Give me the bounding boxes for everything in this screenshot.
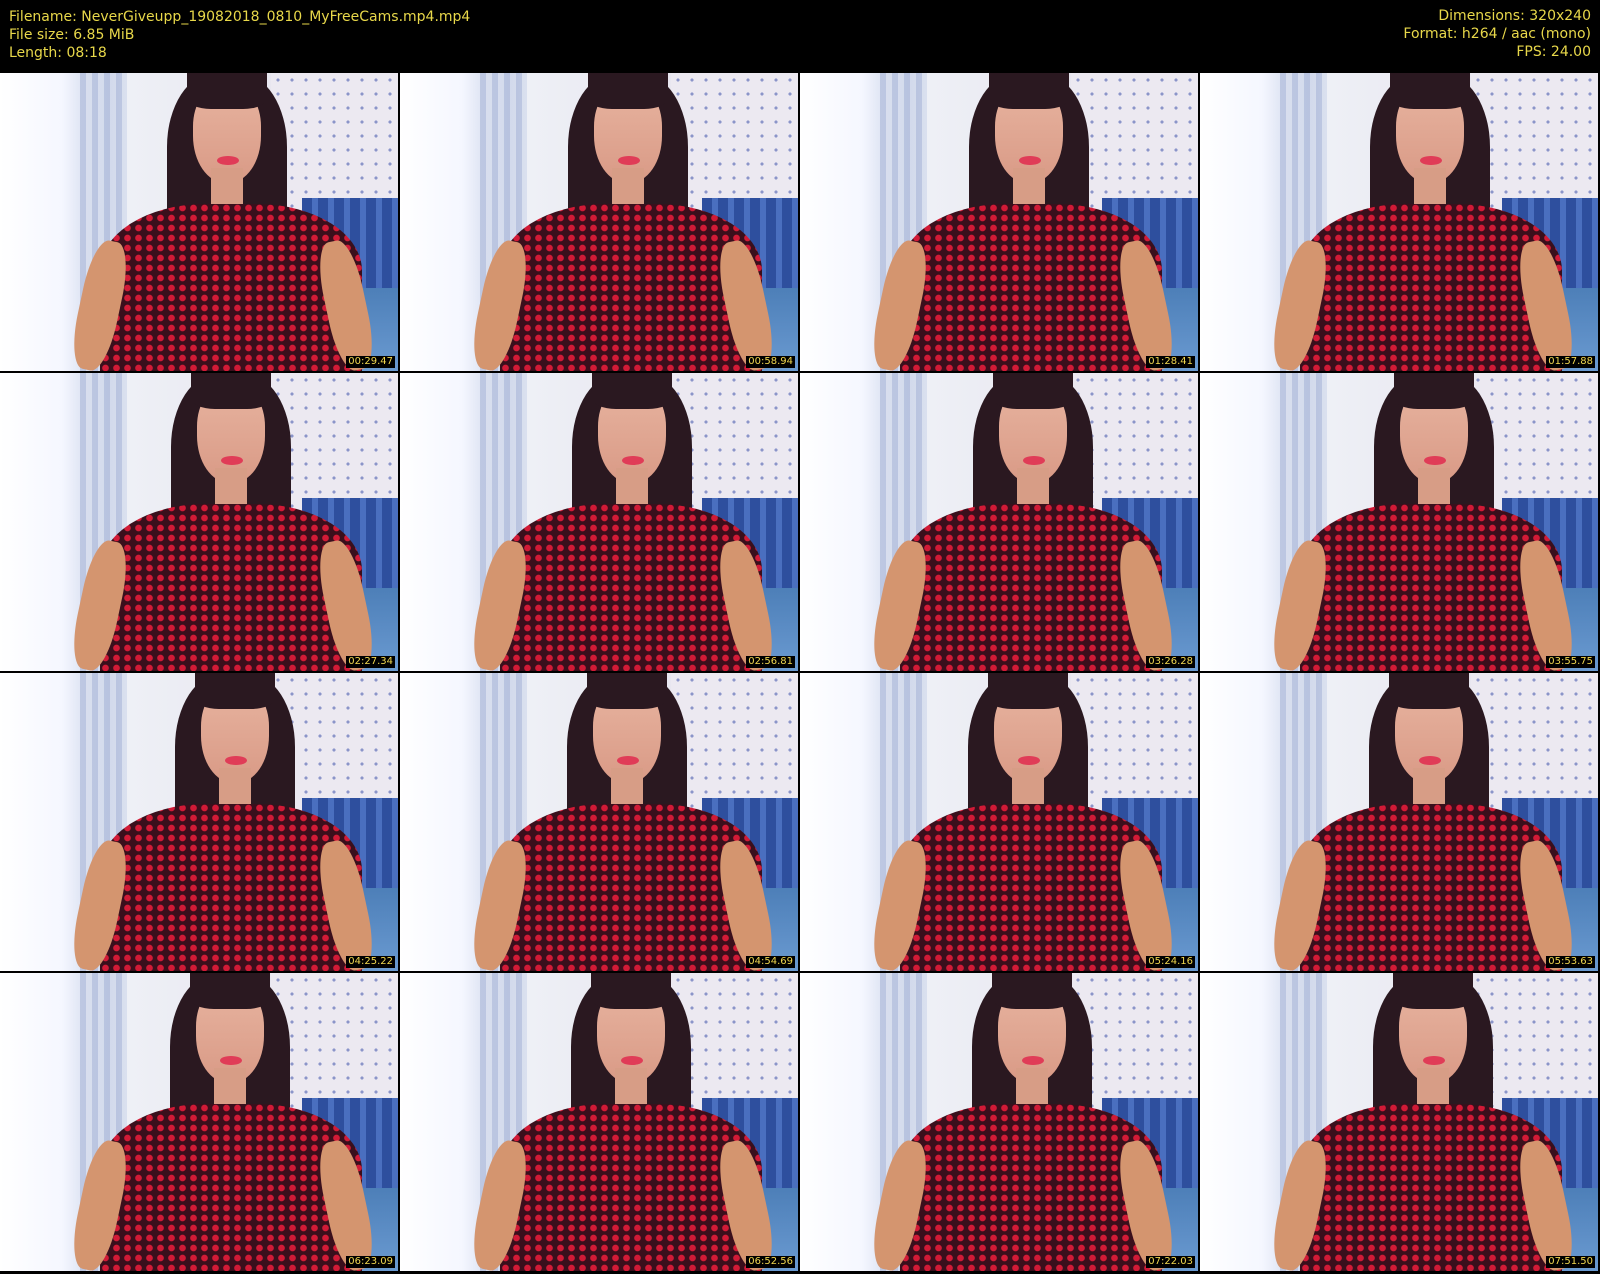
video-frame-thumbnail: 06:23.09	[0, 973, 398, 1271]
frame-lips	[616, 756, 639, 766]
frame-bangs	[195, 673, 275, 709]
filesize-label: File size: 6.85 MiB	[9, 27, 135, 43]
frame-timestamp: 00:29.47	[346, 356, 395, 368]
file-info-left: Filename: NeverGiveupp_19082018_0810_MyF…	[9, 8, 470, 62]
format-label: Format: h264 / aac (mono)	[1403, 26, 1591, 42]
video-frame-thumbnail: 03:55.75	[1200, 373, 1598, 671]
frame-bangs	[592, 373, 672, 409]
frame-lips	[1022, 456, 1045, 466]
frame-bangs	[988, 673, 1068, 709]
length-label: Length: 08:18	[9, 45, 107, 61]
frame-timestamp: 02:27.34	[346, 656, 395, 668]
filename-label: Filename: NeverGiveupp_19082018_0810_MyF…	[9, 9, 471, 25]
video-frame-thumbnail: 07:51.50	[1200, 973, 1598, 1271]
video-frame-thumbnail: 01:57.88	[1200, 73, 1598, 371]
video-frame-thumbnail: 02:56.81	[400, 373, 798, 671]
video-frame-thumbnail: 05:24.16	[800, 673, 1198, 971]
frame-timestamp: 01:28.41	[1146, 356, 1195, 368]
frame-bangs	[1389, 673, 1469, 709]
frame-timestamp: 07:22.03	[1146, 1256, 1195, 1268]
video-frame-thumbnail: 06:52.56	[400, 973, 798, 1271]
frame-bangs	[191, 373, 271, 409]
frame-bangs	[190, 973, 270, 1009]
frame-bangs	[591, 973, 671, 1009]
file-info-right: Dimensions: 320x240 Format: h264 / aac (…	[1403, 7, 1591, 61]
video-frame-thumbnail: 05:53.63	[1200, 673, 1598, 971]
frame-timestamp: 04:25.22	[346, 956, 395, 968]
frame-bangs	[992, 973, 1072, 1009]
frame-lips	[216, 156, 239, 166]
frame-bangs	[993, 373, 1073, 409]
frame-bangs	[187, 73, 267, 109]
info-header: Filename: NeverGiveupp_19082018_0810_MyF…	[0, 0, 1600, 73]
dimensions-label: Dimensions: 320x240	[1438, 8, 1591, 24]
frame-bangs	[1390, 73, 1470, 109]
frame-lips	[1423, 456, 1446, 466]
frame-timestamp: 06:52.56	[746, 1256, 795, 1268]
video-frame-thumbnail: 03:26.28	[800, 373, 1198, 671]
frame-timestamp: 05:53.63	[1546, 956, 1595, 968]
video-frame-thumbnail: 00:58.94	[400, 73, 798, 371]
video-frame-thumbnail: 04:54.69	[400, 673, 798, 971]
frame-timestamp: 05:24.16	[1146, 956, 1195, 968]
video-frame-thumbnail: 04:25.22	[0, 673, 398, 971]
frame-timestamp: 01:57.88	[1546, 356, 1595, 368]
frame-timestamp: 03:55.75	[1546, 656, 1595, 668]
frame-lips	[1017, 756, 1040, 766]
video-frame-thumbnail: 02:27.34	[0, 373, 398, 671]
frame-timestamp: 00:58.94	[746, 356, 795, 368]
frame-lips	[621, 456, 644, 466]
frame-lips	[219, 1056, 242, 1066]
frame-bangs	[989, 73, 1069, 109]
frame-timestamp: 06:23.09	[346, 1256, 395, 1268]
frame-lips	[617, 156, 640, 166]
frame-bangs	[1393, 973, 1473, 1009]
frame-lips	[224, 756, 247, 766]
frame-lips	[1018, 156, 1041, 166]
frame-lips	[1419, 156, 1442, 166]
frame-bangs	[588, 73, 668, 109]
video-frame-thumbnail: 07:22.03	[800, 973, 1198, 1271]
frame-bangs	[587, 673, 667, 709]
frame-timestamp: 03:26.28	[1146, 656, 1195, 668]
thumbnail-grid: 00:29.47 00:58.94 01:28.41 01:57.88 02:27.34…	[0, 73, 1600, 1273]
frame-lips	[220, 456, 243, 466]
video-frame-thumbnail: 01:28.41	[800, 73, 1198, 371]
frame-timestamp: 02:56.81	[746, 656, 795, 668]
frame-lips	[1418, 756, 1441, 766]
frame-timestamp: 04:54.69	[746, 956, 795, 968]
frame-lips	[620, 1056, 643, 1066]
frame-lips	[1422, 1056, 1445, 1066]
video-frame-thumbnail: 00:29.47	[0, 73, 398, 371]
frame-lips	[1021, 1056, 1044, 1066]
frame-bangs	[1394, 373, 1474, 409]
fps-label: FPS: 24.00	[1516, 44, 1591, 60]
frame-timestamp: 07:51.50	[1546, 1256, 1595, 1268]
